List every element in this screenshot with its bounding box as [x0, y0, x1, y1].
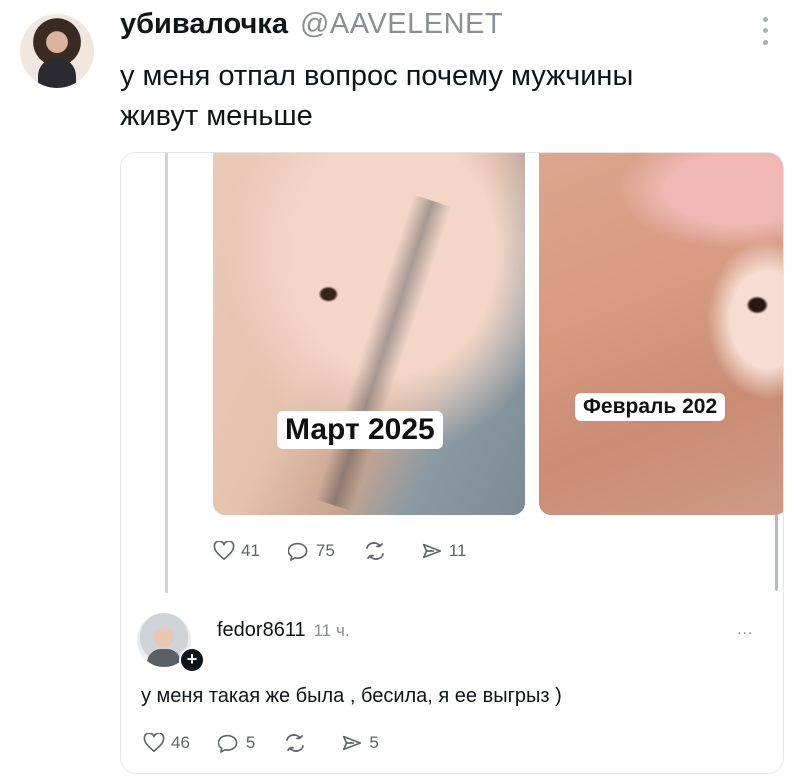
like-count: 41 — [241, 541, 260, 560]
author-name-row: убивалочка @AAVELENET — [120, 8, 503, 44]
view-count: 5 — [369, 733, 379, 752]
follow-button[interactable]: + — [179, 647, 205, 673]
repost-button[interactable] — [363, 541, 393, 561]
reply-text: у меня такая же была , бесила, я ее выгр… — [141, 685, 562, 707]
reply-header: fedor8611 11 ч. — [217, 619, 350, 642]
like-button[interactable]: 46 — [143, 733, 190, 753]
comment-icon — [217, 734, 238, 753]
share-button[interactable]: 5 — [341, 733, 379, 753]
photo-february[interactable]: Февраль 202 — [539, 153, 783, 515]
author-avatar[interactable] — [20, 14, 94, 88]
tweet-text: у меня отпал вопрос почему мужчины живут… — [120, 56, 780, 136]
send-icon — [343, 735, 362, 751]
photo-march[interactable]: Март 2025 — [213, 153, 525, 515]
comment-icon — [287, 542, 308, 561]
author-display-name[interactable]: убивалочка — [120, 8, 288, 41]
reply-timestamp: 11 ч. — [313, 621, 350, 640]
repost-button[interactable] — [283, 733, 313, 753]
tweet-text-line: у меня отпал вопрос почему мужчины — [120, 60, 634, 92]
heart-icon — [143, 733, 165, 753]
reply-stats: 46 5 5 — [143, 733, 379, 753]
thread-line — [165, 153, 168, 593]
reply-button[interactable]: 75 — [287, 541, 335, 561]
send-icon — [422, 543, 441, 559]
like-count: 46 — [171, 733, 190, 752]
repost-icon — [286, 734, 305, 752]
more-vertical-icon[interactable] — [758, 14, 772, 48]
reply-username[interactable]: fedor8611 — [217, 619, 306, 642]
tweet-text-line: живут меньше — [120, 100, 313, 132]
heart-icon — [213, 541, 235, 561]
author-handle[interactable]: @AAVELENET — [300, 8, 503, 41]
reply-count: 5 — [245, 733, 256, 752]
like-button[interactable]: 41 — [213, 541, 260, 561]
photo-label: Февраль 202 — [575, 393, 726, 421]
more-horizontal-icon[interactable]: ... — [737, 621, 753, 639]
repost-icon — [365, 542, 384, 560]
reply-count: 75 — [315, 541, 335, 560]
view-count: 11 — [448, 541, 467, 560]
photo-label: Март 2025 — [277, 411, 443, 449]
post-stats: 41 75 11 — [213, 541, 467, 561]
share-button[interactable]: 11 — [421, 541, 467, 561]
embedded-post-card[interactable]: Март 2025 Февраль 202 41 75 11 + fedor86… — [120, 152, 784, 774]
reply-button[interactable]: 5 — [217, 733, 256, 753]
